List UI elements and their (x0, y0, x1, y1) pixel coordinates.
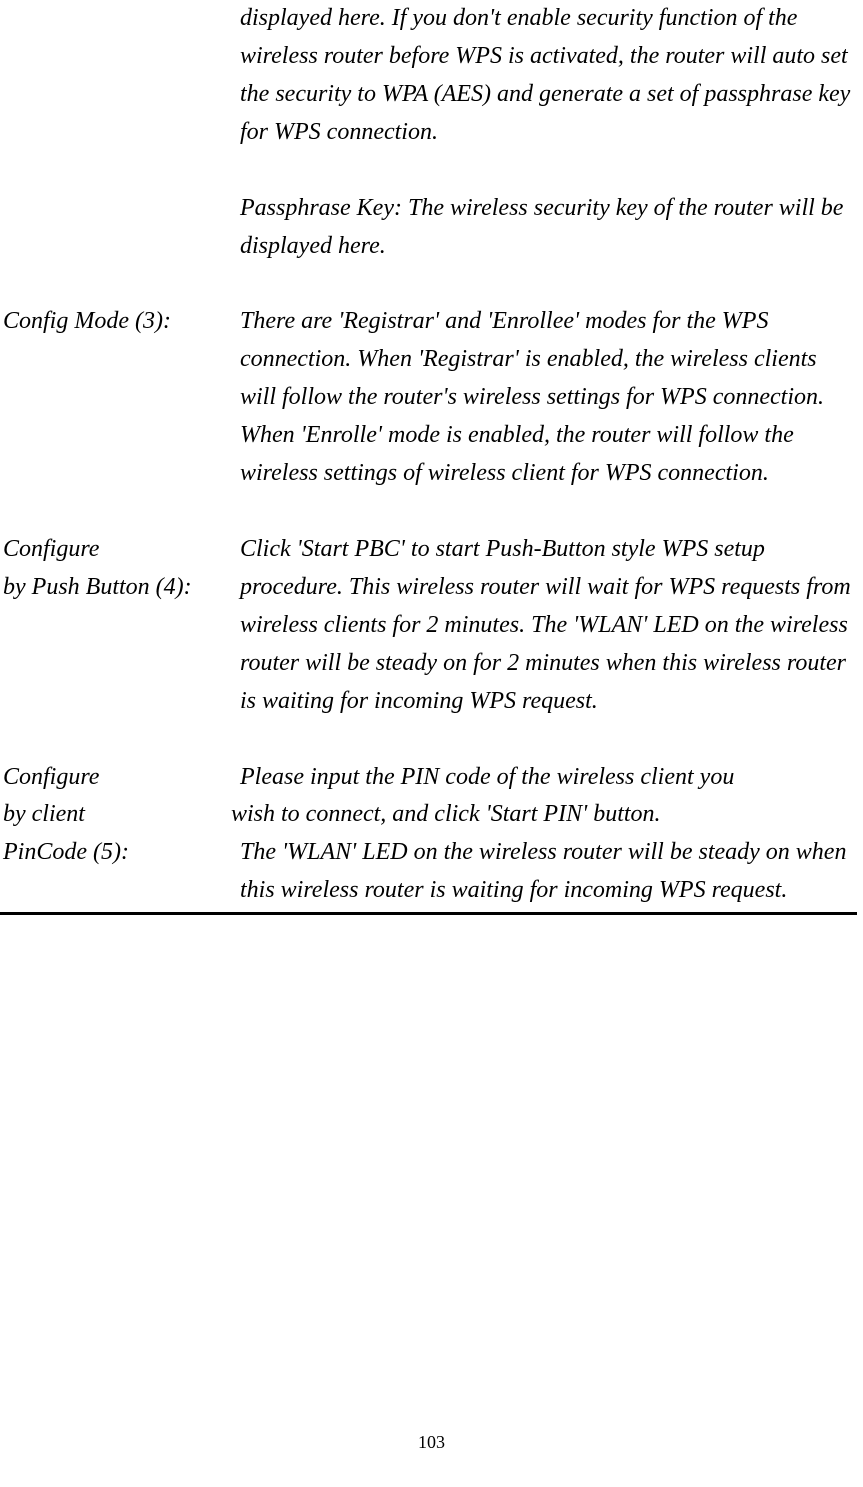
section1-desc-part2: Passphrase Key: The wireless security ke… (240, 195, 843, 259)
page-number: 103 (0, 1432, 863, 1453)
configure-push-button-label-2: by Push Button (4): (3, 569, 240, 607)
config-mode-label: Config Mode (3): (3, 308, 171, 334)
configure-by-client-label-3: PinCode (5): (3, 834, 240, 872)
configure-by-client-label-1: Configure (3, 759, 240, 797)
configure-by-client-label-2: by client (3, 796, 240, 834)
section1-desc-part1: displayed here. If you don't enable secu… (240, 5, 850, 145)
configure-by-client-desc-rest: The 'WLAN' LED on the wireless router wi… (240, 834, 857, 910)
configure-by-client-desc-2: wish to connect, and click 'Start PIN' b… (231, 796, 857, 834)
config-mode-desc: There are 'Registrar' and 'Enrollee' mod… (240, 308, 824, 486)
configure-push-button-label-1: Configure (3, 531, 240, 569)
horizontal-rule (0, 912, 857, 915)
configure-by-client-desc-1: Please input the PIN code of the wireles… (240, 759, 857, 797)
configure-push-button-desc: Click 'Start PBC' to start Push-Button s… (240, 536, 851, 714)
